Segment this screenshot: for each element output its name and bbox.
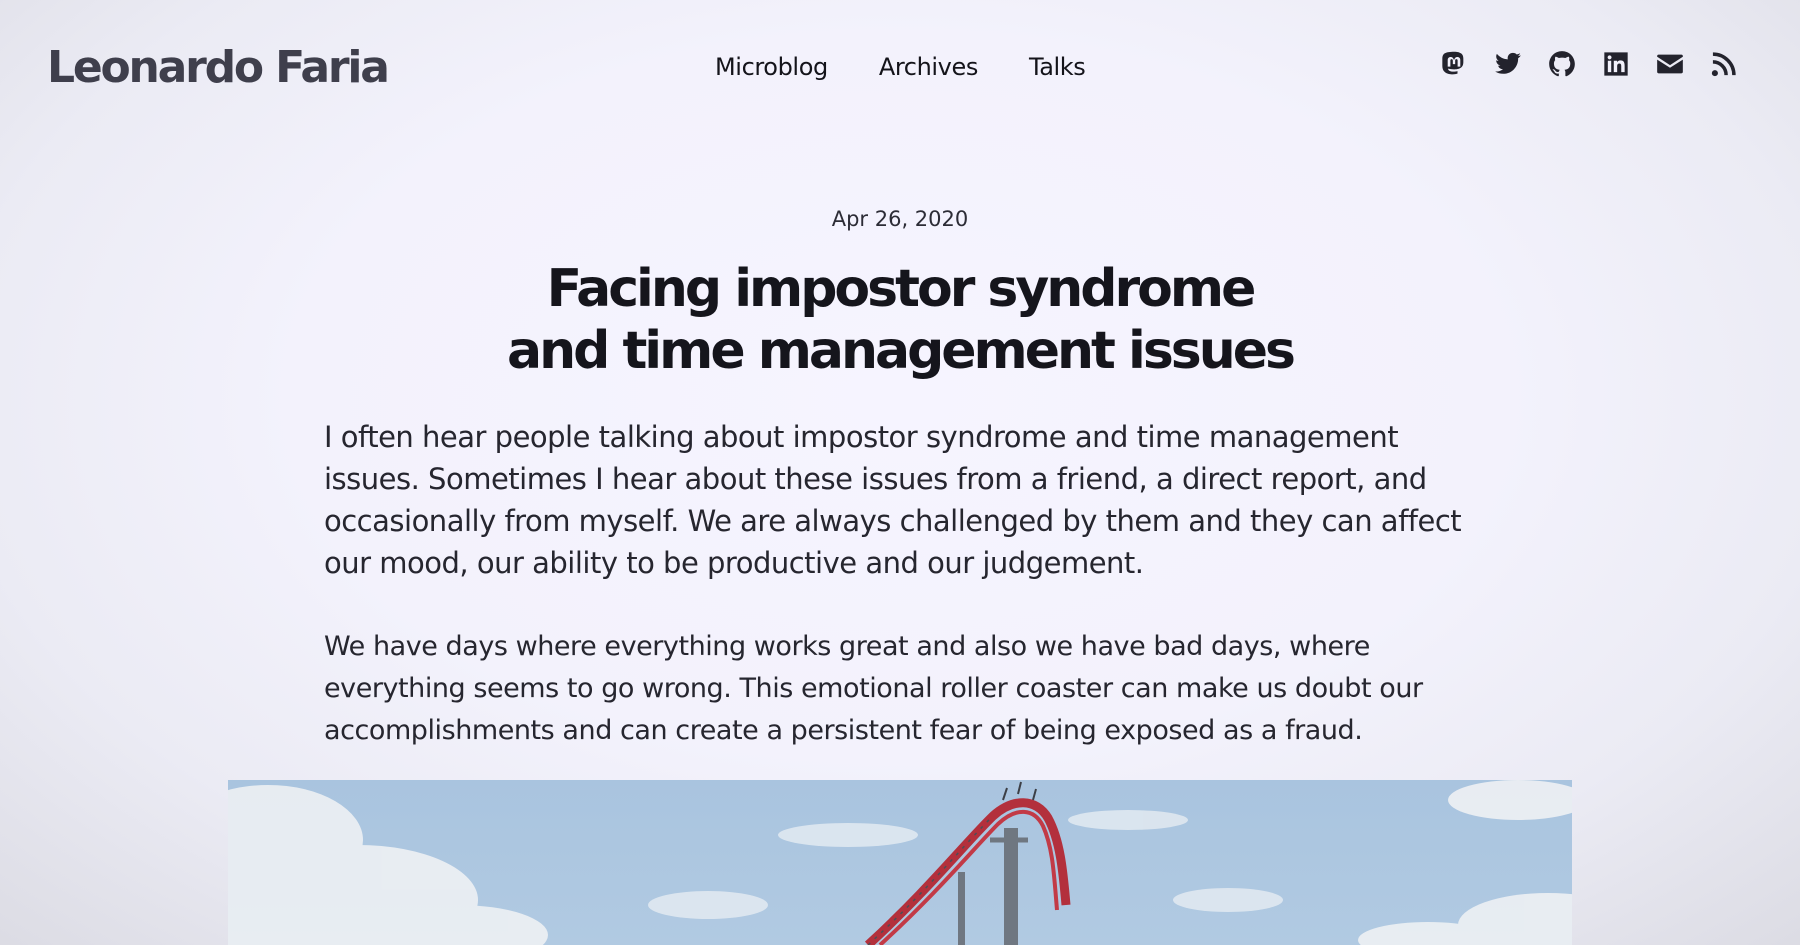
nav-talks[interactable]: Talks	[1029, 50, 1086, 84]
linkedin-icon	[1604, 52, 1628, 76]
rss-icon	[1711, 52, 1736, 77]
post-paragraph: We have days where everything works grea…	[324, 631, 1423, 746]
email-link[interactable]	[1654, 48, 1686, 80]
github-link[interactable]	[1546, 48, 1578, 80]
roller-coaster-illustration	[228, 780, 1572, 945]
social-links	[1438, 48, 1740, 80]
blog-post: Apr 26, 2020 Facing impostor syndrome an…	[324, 200, 1476, 752]
roller-coaster-image	[228, 780, 1572, 945]
post-date: Apr 26, 2020	[831, 207, 969, 231]
page: Leonardo Faria Microblog Archives Talks	[0, 0, 1800, 945]
main-nav: Microblog Archives Talks	[715, 50, 1086, 84]
mastodon-link[interactable]	[1438, 48, 1470, 80]
post-lead-paragraph: I often hear people talking about impost…	[324, 420, 1462, 580]
post-title-line-1: Facing impostor syndrome	[546, 259, 1257, 319]
github-icon	[1549, 51, 1575, 77]
post-title-line-2: and time management issues	[507, 321, 1296, 381]
rss-link[interactable]	[1708, 48, 1740, 80]
post-title: Facing impostor syndrome and time manage…	[400, 258, 1400, 382]
linkedin-link[interactable]	[1600, 48, 1632, 80]
email-icon	[1657, 54, 1683, 74]
coaster-track	[864, 781, 1071, 945]
twitter-icon	[1495, 52, 1521, 74]
nav-archives[interactable]: Archives	[879, 50, 979, 84]
mastodon-icon	[1442, 51, 1464, 75]
nav-microblog[interactable]: Microblog	[715, 50, 828, 84]
site-title[interactable]: Leonardo Faria	[47, 38, 390, 98]
twitter-link[interactable]	[1492, 48, 1524, 80]
